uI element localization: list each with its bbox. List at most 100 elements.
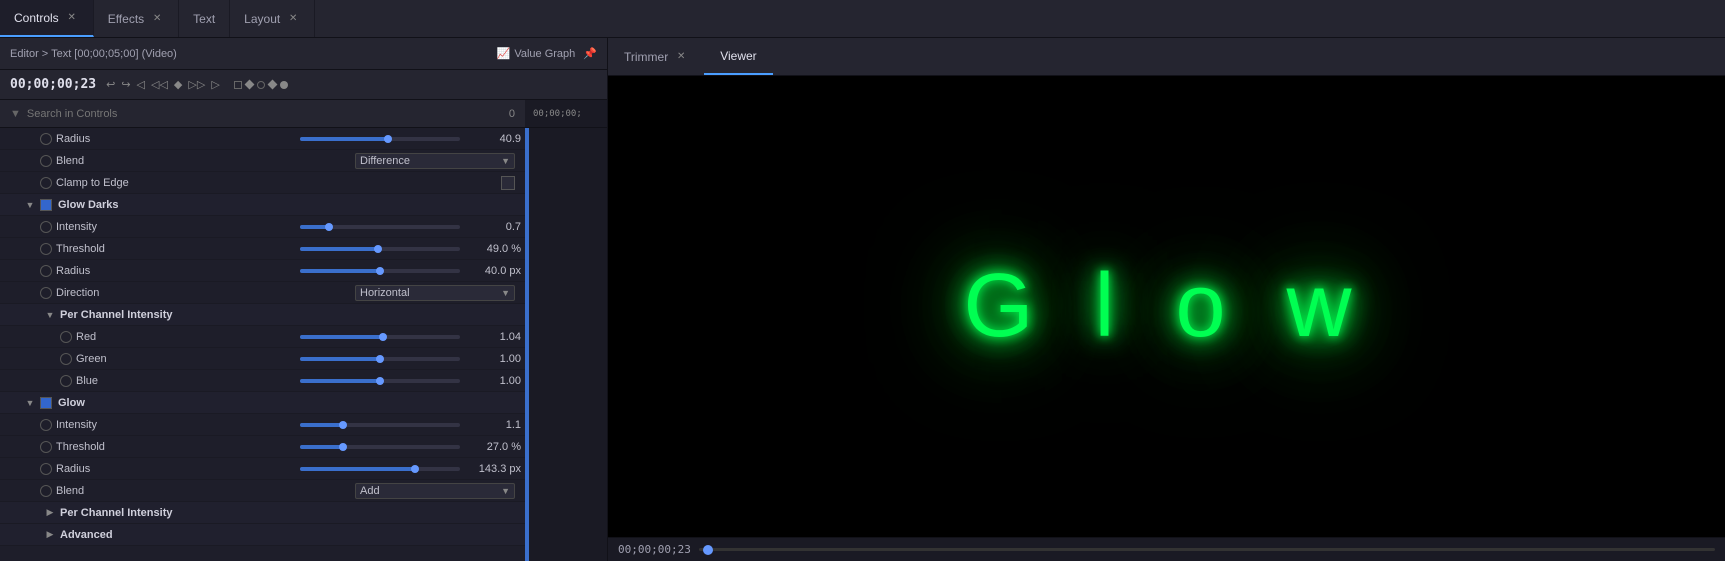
intensity-slider-2[interactable] xyxy=(300,423,460,427)
viewer-timecode: 00;00;00;23 xyxy=(618,543,691,556)
undo-button[interactable]: ↩ xyxy=(106,78,115,91)
tab-controls-close[interactable]: ✕ xyxy=(65,11,79,25)
next-frame-button[interactable]: ▷ xyxy=(211,78,219,91)
glow-darks-toggle[interactable]: ▼ xyxy=(24,199,36,211)
blend-dropdown-value-2: Add xyxy=(360,485,380,497)
radius-row-3: Radius 143.3 px xyxy=(0,458,525,480)
tab-effects-close[interactable]: ✕ xyxy=(150,12,164,26)
glow-darks-checkbox[interactable] xyxy=(40,199,52,211)
shape-diamond-1 xyxy=(244,80,254,90)
intensity-radio-1[interactable] xyxy=(40,221,52,233)
radius-slider-2[interactable] xyxy=(300,269,460,273)
radius-radio-3[interactable] xyxy=(40,463,52,475)
blend-radio-2[interactable] xyxy=(40,485,52,497)
tab-layout-label: Layout xyxy=(244,12,280,26)
radius-radio-1[interactable] xyxy=(40,133,52,145)
green-slider[interactable] xyxy=(300,357,460,361)
timeline-header: 00;00;00; xyxy=(525,100,607,128)
radius-slider-3[interactable] xyxy=(300,467,460,471)
next-keyframe-button[interactable]: ▷▷ xyxy=(188,78,205,91)
controls-timeline: Radius 40.9 Blend Difference ▼ xyxy=(0,128,607,561)
pin-button[interactable]: 📌 xyxy=(583,47,597,60)
green-label: Green xyxy=(76,353,294,365)
per-channel-toggle-2[interactable]: ▶ xyxy=(44,507,56,519)
tab-trimmer[interactable]: Trimmer ✕ xyxy=(608,38,704,75)
tab-effects[interactable]: Effects ✕ xyxy=(94,0,179,37)
threshold-handle-2[interactable] xyxy=(339,443,347,451)
tab-text-label: Text xyxy=(193,12,215,26)
radius-handle-2[interactable] xyxy=(376,267,384,275)
search-input[interactable] xyxy=(27,108,503,120)
intensity-handle-2[interactable] xyxy=(339,421,347,429)
tab-text[interactable]: Text xyxy=(179,0,230,37)
section-per-channel-1[interactable]: ▼ Per Channel Intensity xyxy=(0,304,525,326)
per-channel-toggle-1[interactable]: ▼ xyxy=(44,309,56,321)
blend-dropdown-1[interactable]: Difference ▼ xyxy=(355,153,515,169)
red-radio[interactable] xyxy=(60,331,72,343)
timecode-display: 00;00;00;23 xyxy=(10,77,96,92)
threshold-handle-1[interactable] xyxy=(374,245,382,253)
clamp-row: Clamp to Edge xyxy=(0,172,525,194)
controls-list: Radius 40.9 Blend Difference ▼ xyxy=(0,128,525,561)
intensity-value-2: 1.1 xyxy=(466,419,521,431)
red-slider[interactable] xyxy=(300,335,460,339)
dropdown-arrow: ▼ xyxy=(501,156,510,166)
threshold-slider-1[interactable] xyxy=(300,247,460,251)
radius-label-2: Radius xyxy=(56,265,294,277)
prev-frame-button[interactable]: ◁ xyxy=(137,78,145,91)
clamp-radio[interactable] xyxy=(40,177,52,189)
search-bar: ▼ 0 xyxy=(0,100,525,128)
intensity-slider-1[interactable] xyxy=(300,225,460,229)
viewer-canvas: G l o w xyxy=(608,76,1725,537)
blend-label-1: Blend xyxy=(56,155,355,167)
green-handle[interactable] xyxy=(376,355,384,363)
viewer-progress-bar[interactable] xyxy=(699,548,1715,551)
add-keyframe-button[interactable]: ◆ xyxy=(174,78,182,91)
blend-radio-1[interactable] xyxy=(40,155,52,167)
tab-viewer[interactable]: Viewer xyxy=(704,38,772,75)
radius-handle-1[interactable] xyxy=(384,135,392,143)
timeline-playhead[interactable] xyxy=(525,128,529,561)
threshold-label-2: Threshold xyxy=(56,441,294,453)
direction-dropdown[interactable]: Horizontal ▼ xyxy=(355,285,515,301)
redo-button[interactable]: ↪ xyxy=(121,78,130,91)
section-glow-darks[interactable]: ▼ Glow Darks xyxy=(0,194,525,216)
intensity-radio-2[interactable] xyxy=(40,419,52,431)
prev-keyframe-button[interactable]: ◁◁ xyxy=(151,78,168,91)
tab-layout-close[interactable]: ✕ xyxy=(286,12,300,26)
threshold-radio-1[interactable] xyxy=(40,243,52,255)
tab-controls[interactable]: Controls ✕ xyxy=(0,0,94,37)
direction-radio[interactable] xyxy=(40,287,52,299)
advanced-toggle[interactable]: ▶ xyxy=(44,529,56,541)
viewer-progress-dot[interactable] xyxy=(703,545,713,555)
threshold-radio-2[interactable] xyxy=(40,441,52,453)
green-radio[interactable] xyxy=(60,353,72,365)
blue-slider[interactable] xyxy=(300,379,460,383)
radius-radio-2[interactable] xyxy=(40,265,52,277)
radius-fill-1 xyxy=(300,137,388,141)
timeline-strip[interactable] xyxy=(525,128,607,561)
value-graph-button[interactable]: 📈 Value Graph xyxy=(497,47,576,60)
threshold-slider-2[interactable] xyxy=(300,445,460,449)
shape-square xyxy=(234,81,242,89)
blend-dropdown-2[interactable]: Add ▼ xyxy=(355,483,515,499)
direction-dropdown-value: Horizontal xyxy=(360,287,410,299)
section-per-channel-2[interactable]: ▶ Per Channel Intensity xyxy=(0,502,525,524)
glow-checkbox[interactable] xyxy=(40,397,52,409)
red-row: Red 1.04 xyxy=(0,326,525,348)
radius-slider-1[interactable] xyxy=(300,137,460,141)
blue-handle[interactable] xyxy=(376,377,384,385)
blue-radio[interactable] xyxy=(60,375,72,387)
tab-trimmer-close[interactable]: ✕ xyxy=(674,50,688,64)
intensity-handle-1[interactable] xyxy=(325,223,333,231)
red-handle[interactable] xyxy=(379,333,387,341)
section-glow[interactable]: ▼ Glow xyxy=(0,392,525,414)
tab-layout[interactable]: Layout ✕ xyxy=(230,0,315,37)
glow-toggle[interactable]: ▼ xyxy=(24,397,36,409)
threshold-fill-2 xyxy=(300,445,343,449)
section-advanced[interactable]: ▶ Advanced xyxy=(0,524,525,546)
radius-handle-3[interactable] xyxy=(411,465,419,473)
editor-header: Editor > Text [00;00;05;00] (Video) 📈 Va… xyxy=(0,38,607,70)
clamp-checkbox[interactable] xyxy=(501,176,515,190)
left-panel: Editor > Text [00;00;05;00] (Video) 📈 Va… xyxy=(0,38,608,561)
